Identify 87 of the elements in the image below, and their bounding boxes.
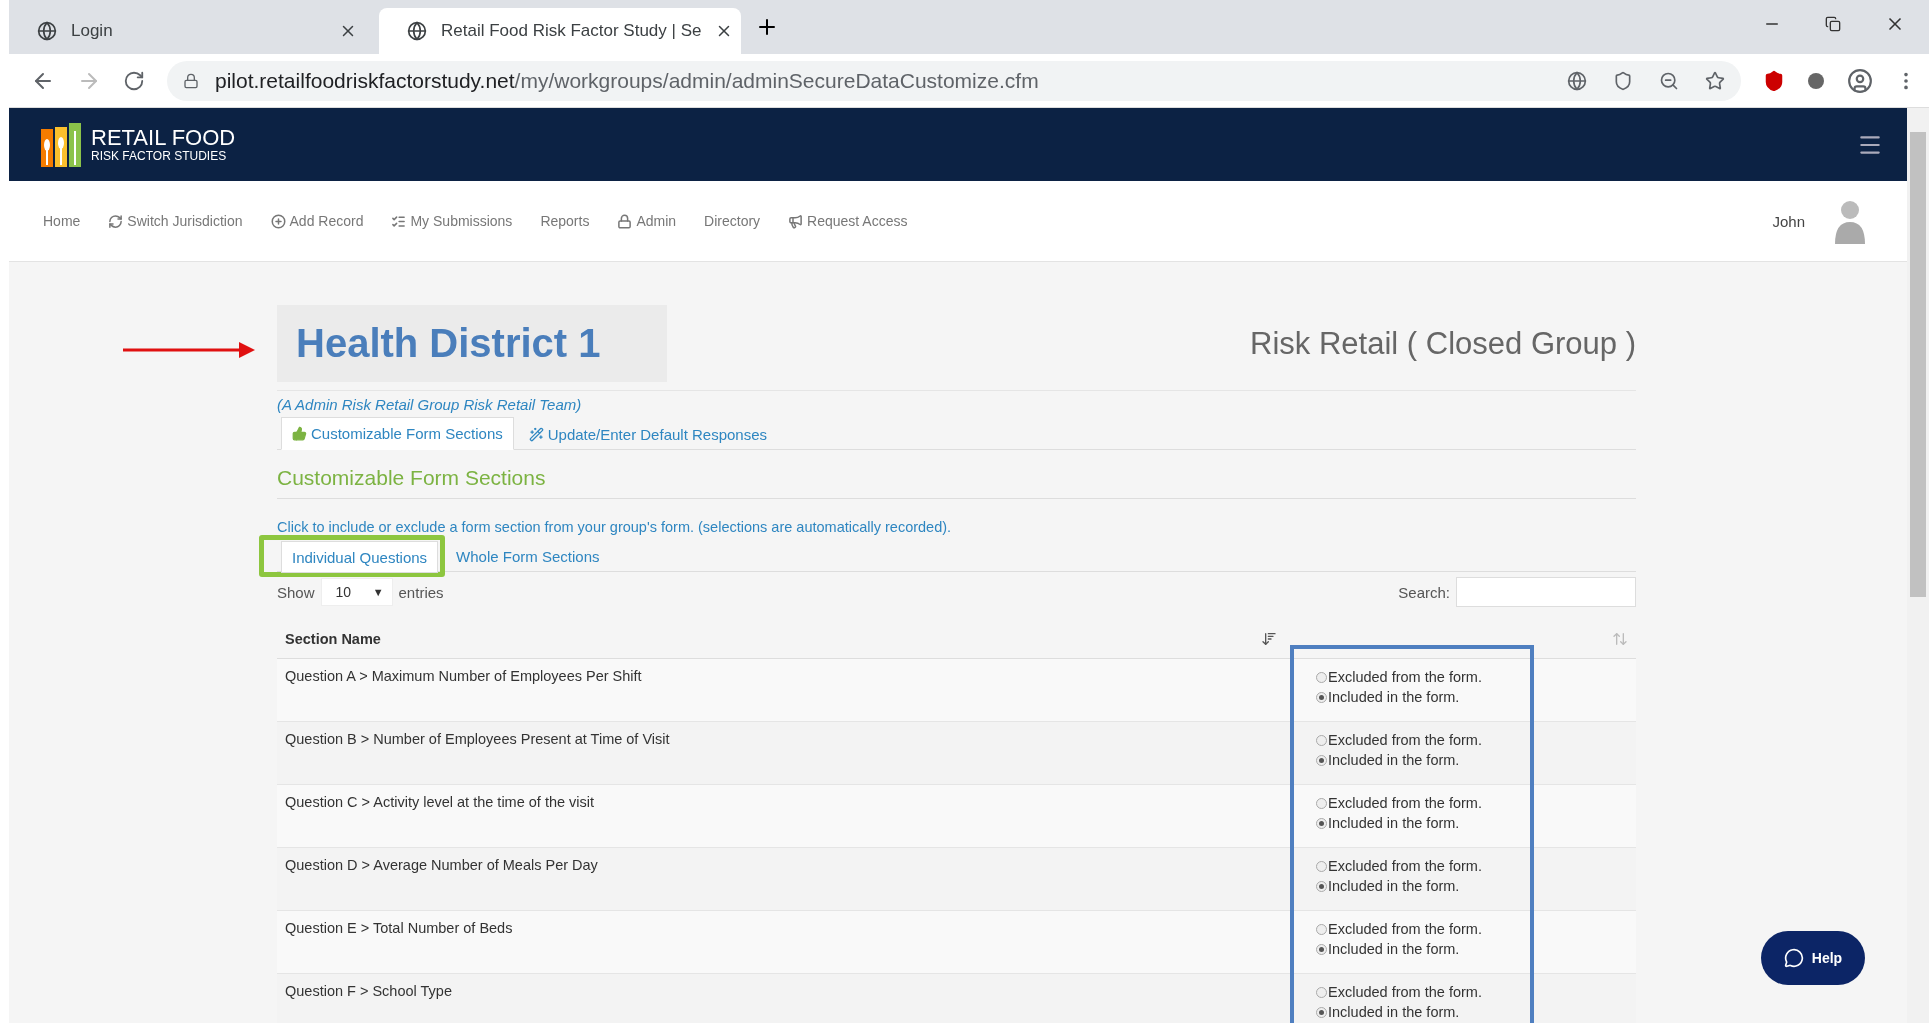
radio-option[interactable]: Included in the form. — [1316, 752, 1636, 768]
tab-title: Login — [71, 21, 114, 41]
team-subtitle: (A Admin Risk Retail Group Risk Retail Team) — [277, 396, 583, 413]
reload-icon[interactable] — [123, 69, 145, 92]
radio-button[interactable] — [1316, 923, 1327, 935]
radio-button[interactable] — [1316, 986, 1327, 998]
plus-circle-icon — [270, 213, 286, 229]
megaphone-icon — [788, 213, 804, 229]
radio-option[interactable]: Excluded from the form. — [1316, 795, 1636, 811]
chat-icon — [1783, 948, 1804, 968]
radio-option[interactable]: Included in the form. — [1316, 941, 1636, 957]
instructions-text: Click to include or exclude a form section from your group's form. (selections are automatically recorded). — [277, 519, 953, 535]
help-button[interactable]: Help — [1761, 931, 1865, 985]
radio-option[interactable]: Excluded from the form. — [1316, 732, 1636, 748]
section-name-cell-text: Question D > Average Number of Meals Per Day — [284, 856, 599, 875]
view-tab[interactable]: Individual Questions — [281, 541, 439, 573]
zoom-out-icon[interactable] — [1659, 70, 1679, 91]
lock-icon — [183, 72, 199, 89]
circle-icon[interactable] — [1807, 71, 1825, 90]
section-name-cell-text: Question F > School Type — [284, 982, 453, 1001]
radio-option[interactable]: Excluded from the form. — [1316, 984, 1636, 1000]
shield-icon[interactable] — [1613, 70, 1633, 91]
search-field[interactable] — [1456, 577, 1636, 607]
nav-link[interactable]: Reports — [540, 213, 590, 229]
section-tab[interactable]: Customizable Form Sections — [281, 417, 514, 450]
user-name: John — [1772, 212, 1805, 230]
radio-button[interactable] — [1316, 943, 1327, 955]
restore-icon[interactable] — [1825, 14, 1841, 34]
wand-icon — [528, 426, 544, 442]
radio-option[interactable]: Excluded from the form. — [1316, 858, 1636, 874]
scrollbar[interactable] — [1907, 108, 1929, 1023]
globe-icon[interactable] — [1567, 70, 1587, 91]
logo-title: RETAIL FOOD — [91, 126, 236, 149]
radio-button[interactable] — [1316, 691, 1327, 703]
radio-button[interactable] — [1316, 860, 1327, 872]
page-size-select[interactable]: 10 ▼ — [320, 578, 393, 606]
refresh-icon — [108, 213, 124, 229]
radio-option[interactable]: Included in the form. — [1316, 1004, 1636, 1020]
column-header[interactable]: Section Name — [285, 630, 381, 647]
star-icon[interactable] — [1705, 70, 1725, 91]
radio-option[interactable]: Included in the form. — [1316, 815, 1636, 831]
thumbs-up-icon — [292, 426, 307, 441]
utensils-logo-icon — [41, 122, 83, 167]
browser-tab[interactable]: Login — [9, 8, 371, 54]
globe-icon — [37, 21, 57, 41]
radio-button[interactable] — [1316, 1006, 1327, 1018]
nav-link[interactable]: Directory — [704, 213, 761, 229]
view-tab[interactable]: Whole Form Sections — [445, 541, 611, 572]
nav-link[interactable]: Request Access — [788, 213, 908, 229]
radio-button[interactable] — [1316, 797, 1327, 809]
profile-icon[interactable] — [1847, 67, 1873, 94]
nav-link[interactable]: Switch Jurisdiction — [108, 213, 243, 229]
browser-tab[interactable]: Retail Food Risk Factor Study | Se — [379, 8, 741, 54]
section-tab[interactable]: Update/Enter Default Responses — [517, 417, 779, 450]
nav-link[interactable]: Add Record — [270, 213, 364, 229]
radio-option[interactable]: Excluded from the form. — [1316, 669, 1636, 685]
tab-title: Retail Food Risk Factor Study | Se — [441, 21, 702, 41]
section-heading: Customizable Form Sections — [277, 466, 1636, 499]
list-icon — [391, 213, 407, 229]
address-bar[interactable]: pilot.retailfoodriskfactorstudy.net/my/workgroups/admin/adminSecureDataCustomize.cfm — [167, 60, 1741, 101]
radio-option[interactable]: Included in the form. — [1316, 689, 1636, 705]
radio-button[interactable] — [1316, 754, 1327, 766]
show-label: Show — [277, 583, 315, 601]
nav-link[interactable]: My Submissions — [391, 213, 513, 229]
url-text: pilot.retailfoodriskfactorstudy.net/my/workgroups/admin/adminSecureDataCustomize.cfm — [215, 68, 1039, 93]
section-name-cell-text: Question A > Maximum Number of Employees Per Shift — [284, 667, 643, 686]
shield-icon[interactable] — [1763, 69, 1785, 92]
lock-icon — [617, 213, 633, 229]
avatar-icon — [1833, 198, 1867, 244]
search-label: Search: — [1398, 583, 1450, 601]
nav-link[interactable]: Admin — [617, 213, 677, 229]
radio-button[interactable] — [1316, 734, 1327, 746]
section-name-cell-text: Question E > Total Number of Beds — [284, 919, 514, 938]
section-name-cell-text: Question B > Number of Employees Present at Time of Visit — [284, 730, 671, 749]
radio-option[interactable]: Included in the form. — [1316, 878, 1636, 894]
nav-link[interactable]: Home — [43, 213, 81, 229]
radio-button[interactable] — [1316, 671, 1327, 683]
radio-option[interactable]: Excluded from the form. — [1316, 921, 1636, 937]
sort-descending-icon[interactable] — [1261, 630, 1277, 647]
logo-subtitle: RISK FACTOR STUDIES — [91, 148, 228, 163]
page-title: Health District 1 — [277, 305, 667, 382]
entries-label: entries — [398, 583, 444, 601]
radio-button[interactable] — [1316, 817, 1327, 829]
globe-icon — [407, 21, 427, 41]
section-name-cell-text: Question C > Activity level at the time of the visit — [284, 793, 596, 812]
group-name: Risk Retail ( Closed Group ) — [1250, 325, 1636, 362]
radio-button[interactable] — [1316, 880, 1327, 892]
